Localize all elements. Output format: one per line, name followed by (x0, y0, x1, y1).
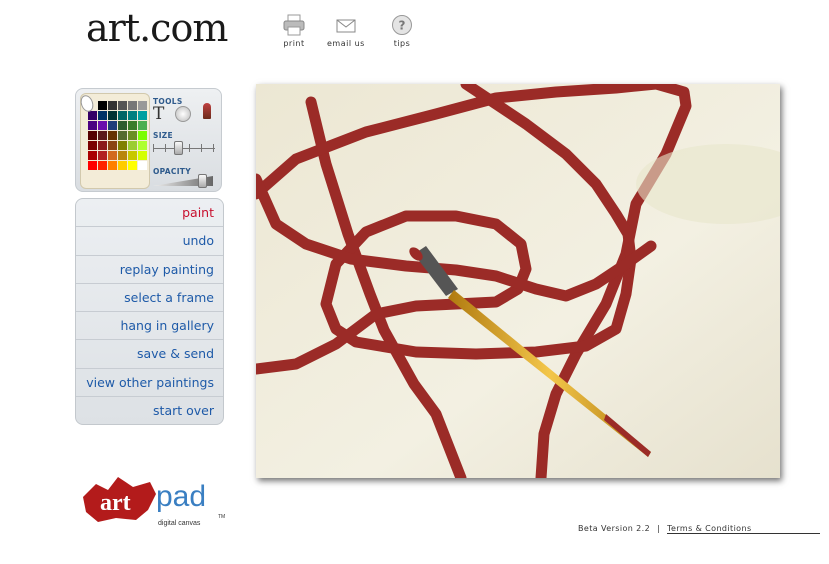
tips-button[interactable]: ? tips (391, 14, 413, 48)
color-swatch[interactable] (128, 101, 137, 110)
version-text: Beta Version 2.2 (578, 524, 651, 533)
color-swatch[interactable] (98, 161, 107, 170)
opacity-label: OPACITY (153, 167, 191, 176)
email-button[interactable]: email us (327, 14, 365, 48)
text-tool[interactable]: T (153, 104, 164, 124)
site-logo[interactable]: art.com (86, 6, 228, 50)
footer-separator: | (657, 524, 661, 533)
artpad-art-text: art (100, 490, 131, 516)
color-swatch[interactable] (98, 131, 107, 140)
tips-label: tips (393, 39, 411, 48)
artpad-logo: art pad digital canvas TM (78, 462, 228, 536)
print-label: print (283, 39, 305, 48)
color-swatch[interactable] (98, 111, 107, 120)
color-swatch[interactable] (108, 121, 117, 130)
color-swatch[interactable] (138, 141, 147, 150)
painting-canvas[interactable] (256, 84, 780, 478)
color-swatch[interactable] (118, 101, 127, 110)
size-tick (189, 144, 190, 152)
printer-icon (283, 14, 305, 36)
canvas-surface[interactable] (256, 84, 780, 478)
color-swatch[interactable] (138, 161, 147, 170)
color-swatch[interactable] (138, 151, 147, 160)
paint-bucket-icon[interactable] (175, 106, 191, 122)
select-frame-button[interactable]: select a frame (76, 284, 223, 313)
color-swatch[interactable] (108, 111, 117, 120)
color-swatch[interactable] (108, 131, 117, 140)
terms-link[interactable]: Terms & Conditions (667, 524, 820, 534)
size-tick (201, 144, 202, 152)
color-swatch[interactable] (108, 141, 117, 150)
color-swatch[interactable] (118, 141, 127, 150)
color-swatch[interactable] (88, 111, 97, 120)
footer: Beta Version 2.2 | Terms & Conditions (578, 524, 820, 534)
size-tick (153, 144, 154, 152)
color-grid (88, 101, 147, 170)
color-swatch[interactable] (128, 111, 137, 120)
color-swatch[interactable] (88, 131, 97, 140)
color-swatch[interactable] (138, 101, 147, 110)
svg-text:?: ? (399, 19, 406, 33)
hang-in-gallery-button[interactable]: hang in gallery (76, 312, 223, 341)
color-swatch[interactable] (108, 161, 117, 170)
color-swatch[interactable] (88, 121, 97, 130)
email-label: email us (327, 39, 365, 48)
color-swatch[interactable] (88, 141, 97, 150)
brush-tool-icon[interactable] (203, 103, 211, 119)
view-other-paintings-button[interactable]: view other paintings (76, 369, 223, 398)
color-swatch[interactable] (88, 151, 97, 160)
size-tick (165, 144, 166, 152)
color-swatch[interactable] (108, 151, 117, 160)
start-over-button[interactable]: start over (76, 397, 223, 424)
color-swatch[interactable] (98, 101, 107, 110)
help-icon: ? (392, 15, 412, 35)
size-slider-track[interactable] (153, 148, 215, 149)
replay-painting-button[interactable]: replay painting (76, 256, 223, 284)
color-swatch[interactable] (118, 161, 127, 170)
color-swatch[interactable] (118, 111, 127, 120)
artpad-tm: TM (218, 514, 225, 520)
color-swatch[interactable] (118, 121, 127, 130)
size-label: SIZE (153, 131, 173, 140)
color-swatch[interactable] (128, 161, 137, 170)
color-swatch[interactable] (98, 121, 107, 130)
color-swatch[interactable] (98, 141, 107, 150)
color-swatch[interactable] (138, 131, 147, 140)
envelope-icon (336, 19, 356, 33)
paint-button[interactable]: paint (76, 199, 223, 228)
color-swatch[interactable] (128, 131, 137, 140)
color-swatch[interactable] (128, 151, 137, 160)
color-swatch[interactable] (128, 121, 137, 130)
artpad-tagline: digital canvas (158, 520, 201, 527)
save-send-button[interactable]: save & send (76, 340, 223, 369)
eraser-tool[interactable] (78, 93, 96, 114)
color-swatch[interactable] (98, 151, 107, 160)
action-menu: paint undo replay painting select a fram… (75, 198, 224, 426)
color-swatch[interactable] (88, 161, 97, 170)
color-swatch[interactable] (108, 101, 117, 110)
color-swatch[interactable] (138, 111, 147, 120)
color-swatch[interactable] (118, 131, 127, 140)
size-tick (213, 144, 214, 152)
color-swatch[interactable] (118, 151, 127, 160)
undo-button[interactable]: undo (76, 227, 223, 256)
opacity-slider-thumb[interactable] (198, 174, 207, 188)
color-swatch[interactable] (128, 141, 137, 150)
size-slider-thumb[interactable] (174, 141, 183, 155)
print-button[interactable]: print (282, 14, 306, 48)
artpad-pad-text: pad (156, 480, 206, 513)
color-swatch[interactable] (138, 121, 147, 130)
